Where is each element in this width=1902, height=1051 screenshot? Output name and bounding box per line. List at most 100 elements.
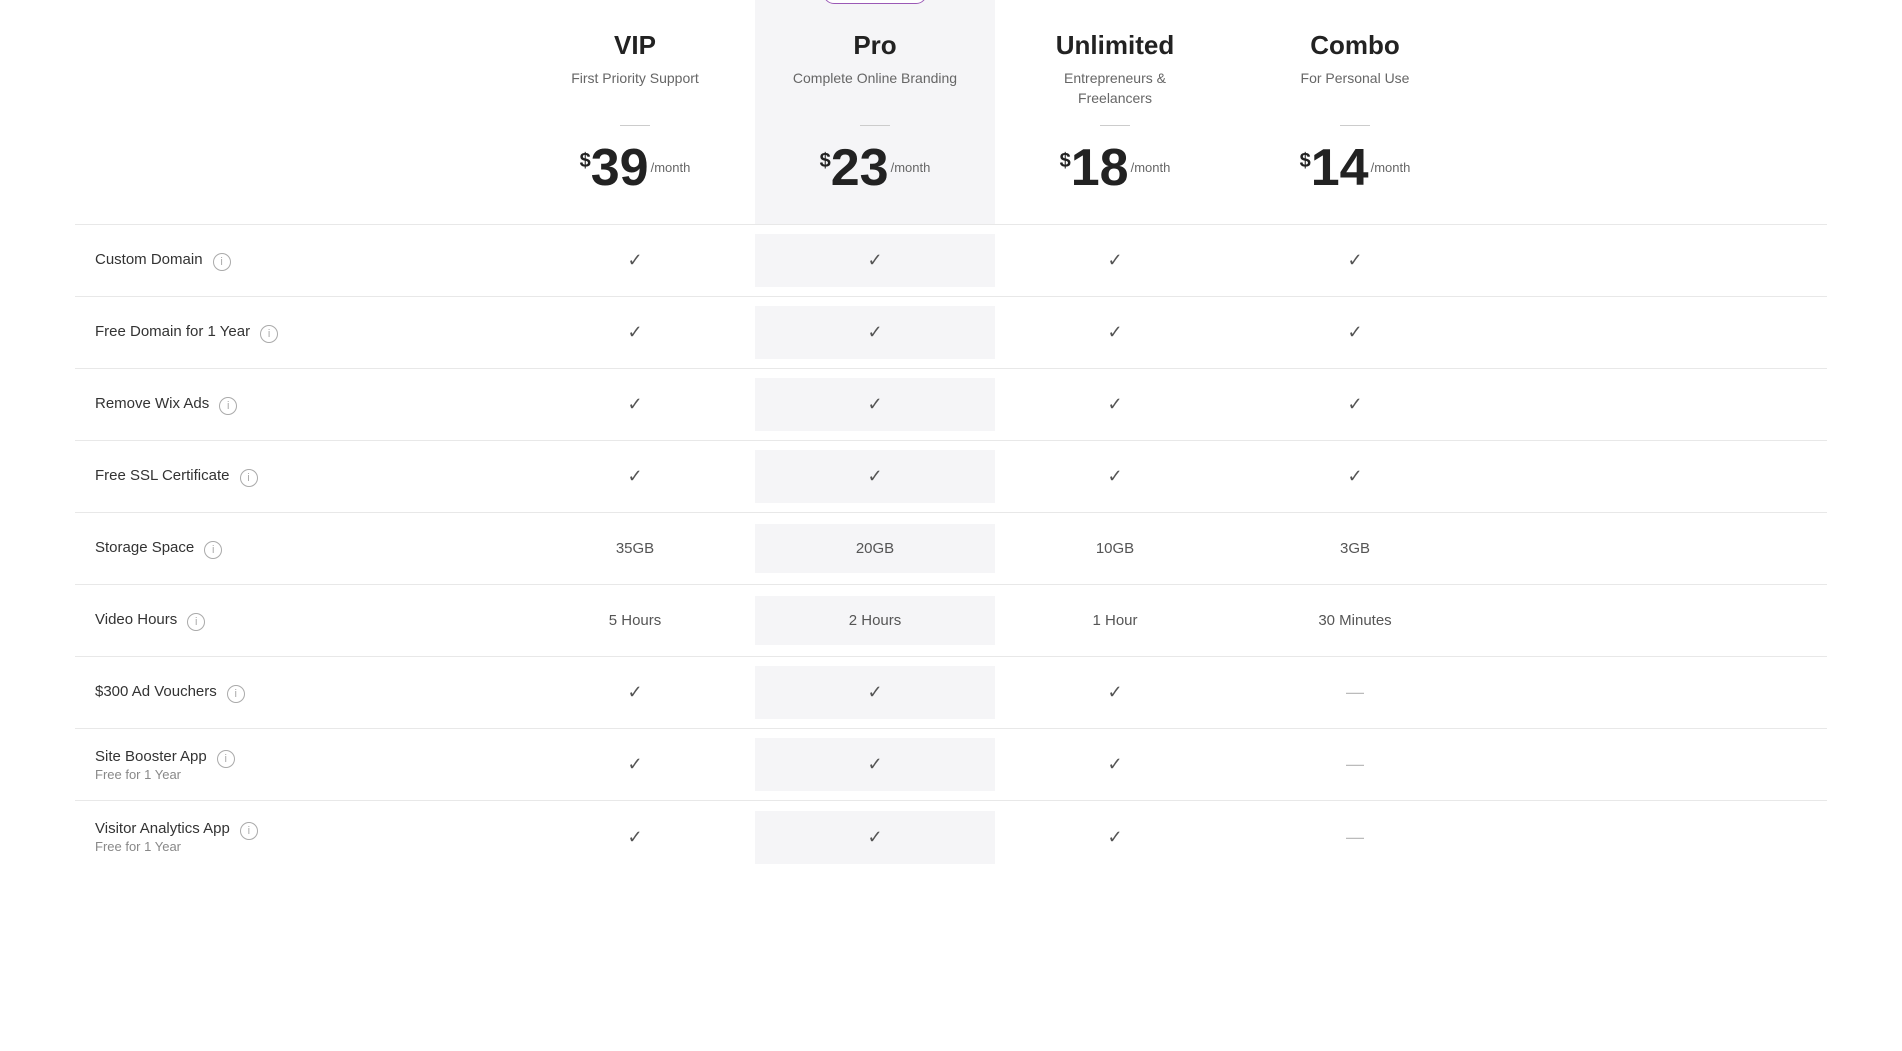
feature-name: Visitor Analytics App [95,820,230,837]
plan-price-pro: $ 23 /month [775,142,975,194]
checkmark-icon: ✓ [1107,466,1122,487]
feature-name: Custom Domain [95,251,203,268]
feature-cell-4: Storage Space i [75,523,515,575]
value-cell: — [1235,666,1475,719]
plan-desc-pro: Complete Online Branding [775,69,975,109]
feature-row: Custom Domaini✓✓✓✓ [75,225,1827,297]
checkmark-icon: ✓ [1107,250,1122,271]
checkmark-icon: ✓ [1347,250,1362,271]
feature-cell-3: Free SSL Certificate i [75,451,515,503]
dash-icon: — [1346,827,1364,847]
price-amount-unlimited: 18 [1071,142,1129,194]
checkmark-icon: ✓ [627,827,642,848]
checkmark-icon: ✓ [1347,322,1362,343]
plan-price-combo: $ 14 /month [1255,142,1455,194]
value-cell: 20GB [755,524,995,573]
feature-name: $300 Ad Vouchers [95,683,217,700]
feature-row: Visitor Analytics App Free for 1 Year i ✓ ✓ ✓… [75,801,1827,873]
feature-row: Storage Space i 35GB20GB10GB3GB [75,513,1827,585]
value-cell: ✓ [515,450,755,503]
value-cell: 35GB [515,524,755,573]
info-icon[interactable]: i [219,397,237,415]
value-cell: ✓ [755,306,995,359]
pricing-table: VIP First Priority Support $ 39 /month B… [0,0,1902,1051]
checkmark-icon: ✓ [1107,682,1122,703]
info-icon[interactable]: i [260,325,278,343]
price-dollar-vip: $ [580,150,591,173]
value-cell: — [1235,738,1475,791]
feature-name: Free Domain for 1 Year [95,323,250,340]
info-icon[interactable]: i [240,822,258,840]
feature-sub: Free for 1 Year [95,839,230,854]
checkmark-icon: ✓ [1347,466,1362,487]
value-cell: ✓ [755,811,995,864]
feature-cell-7: Site Booster AppFree for 1 Yeari [75,732,515,798]
plan-desc-vip: First Priority Support [535,69,735,109]
info-icon[interactable]: i [187,613,205,631]
plan-price-vip: $ 39 /month [535,142,735,194]
info-icon[interactable]: i [227,685,245,703]
value-cell: ✓ [995,666,1235,719]
checkmark-icon: ✓ [867,827,882,848]
value-cell: 10GB [995,524,1235,573]
best-value-badge: BEST VALUE [823,0,927,4]
plan-divider-pro [860,125,890,126]
value-cell: ✓ [515,811,755,864]
value-cell: ✓ [1235,306,1475,359]
feature-row: Site Booster AppFree for 1 Yeari✓✓✓— [75,729,1827,801]
price-amount-pro: 23 [831,142,889,194]
feature-row: Free SSL Certificate i ✓ ✓ ✓ ✓ [75,441,1827,513]
dash-icon: — [1346,682,1364,702]
value-cell: 2 Hours [755,596,995,645]
value-cell: ✓ [1235,378,1475,431]
price-dollar-combo: $ [1300,150,1311,173]
plan-name-unlimited: Unlimited [1015,30,1215,61]
plan-header-combo: Combo For Personal Use $ 14 /month [1235,0,1475,224]
plan-name-pro: Pro [775,30,975,61]
feature-name: Free SSL Certificate [95,467,230,484]
checkmark-icon: ✓ [627,250,642,271]
value-cell: 3GB [1235,524,1475,573]
value-cell: ✓ [995,811,1235,864]
feature-cell-0: Custom Domain i [75,235,515,287]
feature-name: Video Hours [95,611,177,628]
info-icon[interactable]: i [217,750,235,768]
feature-cell-5: Video Hours i [75,595,515,647]
info-icon[interactable]: i [240,469,258,487]
feature-cell-6: $300 Ad Vouchers i [75,667,515,719]
value-cell: ✓ [995,234,1235,287]
feature-header-cell [75,0,515,224]
plan-name-combo: Combo [1255,30,1455,61]
value-cell: ✓ [515,306,755,359]
feature-name: Storage Space [95,539,194,556]
feature-row: Remove Wix Adsi✓✓✓✓ [75,369,1827,441]
info-icon[interactable]: i [204,541,222,559]
plan-divider-vip [620,125,650,126]
checkmark-icon: ✓ [1107,754,1122,775]
value-cell: 30 Minutes [1235,596,1475,645]
checkmark-icon: ✓ [1347,394,1362,415]
checkmark-icon: ✓ [867,394,882,415]
feature-row: $300 Ad Vouchers i ✓ ✓ ✓ — [75,657,1827,729]
price-period-vip: /month [651,160,691,175]
plan-header-vip: VIP First Priority Support $ 39 /month [515,0,755,224]
value-cell: ✓ [515,738,755,791]
feature-name: Site Booster App [95,748,207,765]
value-cell: ✓ [515,378,755,431]
checkmark-icon: ✓ [627,754,642,775]
value-cell: ✓ [1235,234,1475,287]
checkmark-icon: ✓ [867,322,882,343]
plan-desc-combo: For Personal Use [1255,69,1455,109]
feature-cell-8: Visitor Analytics App Free for 1 Year i [75,804,515,870]
checkmark-icon: ✓ [867,682,882,703]
checkmark-icon: ✓ [627,466,642,487]
info-icon[interactable]: i [213,253,231,271]
value-cell: 1 Hour [995,596,1235,645]
checkmark-icon: ✓ [627,682,642,703]
checkmark-icon: ✓ [1107,322,1122,343]
price-amount-combo: 14 [1311,142,1369,194]
checkmark-icon: ✓ [867,466,882,487]
checkmark-icon: ✓ [1107,827,1122,848]
feature-row: Video Hoursi5 Hours2 Hours1 Hour30 Minut… [75,585,1827,657]
price-period-pro: /month [891,160,931,175]
